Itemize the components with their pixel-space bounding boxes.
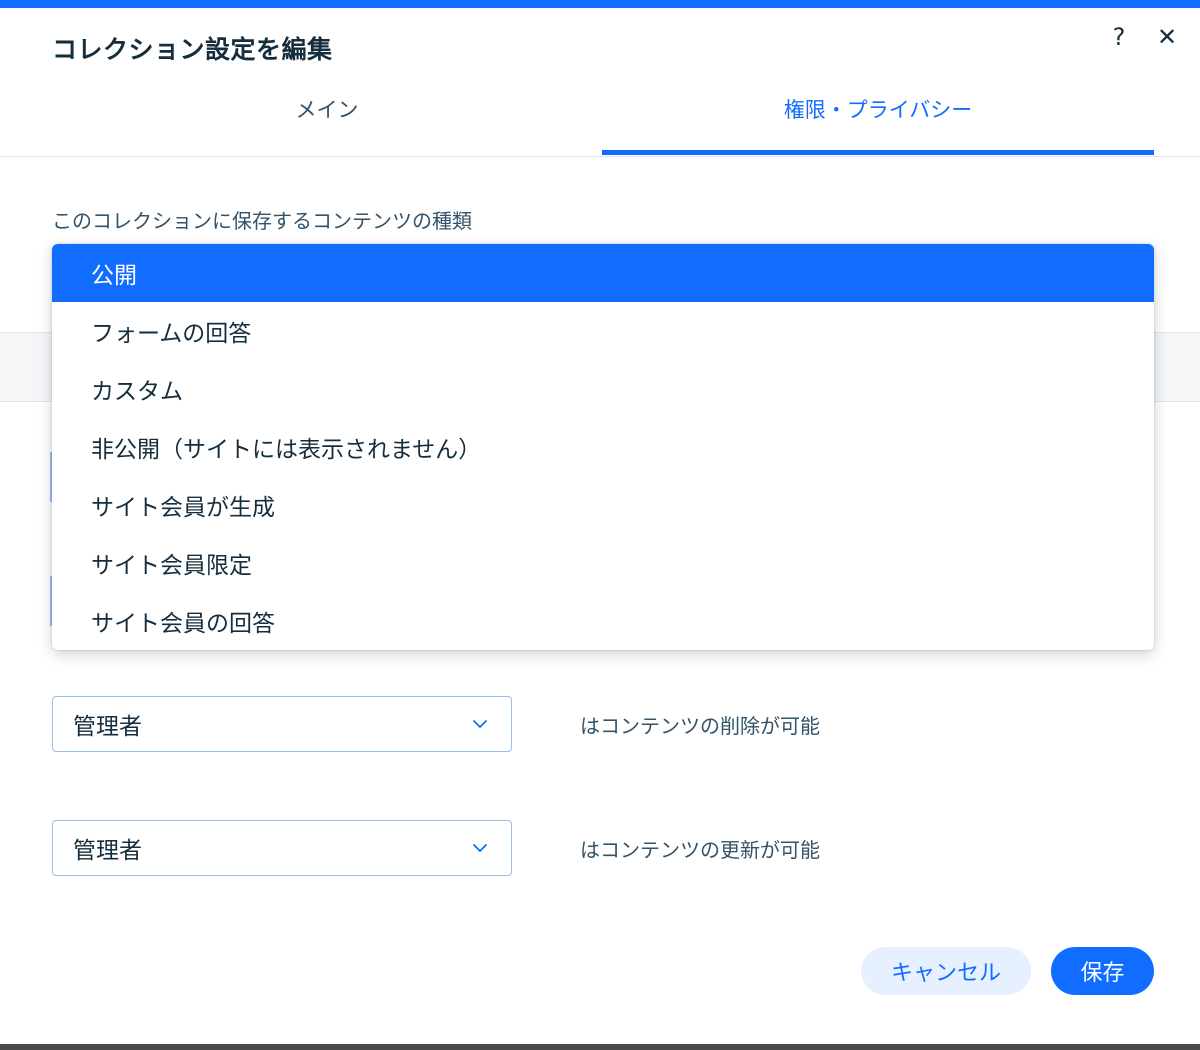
dropdown-option-public[interactable]: 公開 xyxy=(52,244,1154,302)
permission-row-delete: 管理者 はコンテンツの削除が可能 xyxy=(52,696,1152,754)
delete-role-select[interactable]: 管理者 xyxy=(52,696,512,752)
dialog-title: コレクション設定を編集 xyxy=(52,35,333,64)
active-tab-indicator xyxy=(602,150,1154,155)
dropdown-option-private[interactable]: 非公開（サイトには表示されません） xyxy=(52,418,1154,476)
chevron-down-icon xyxy=(473,844,487,852)
update-role-value: 管理者 xyxy=(73,838,142,864)
tab-main[interactable]: メイン xyxy=(52,80,602,156)
window-bottom-edge xyxy=(0,1044,1200,1050)
top-accent-bar xyxy=(0,0,1200,8)
close-icon[interactable]: ✕ xyxy=(1152,22,1182,52)
dropdown-option-member-responses[interactable]: サイト会員の回答 xyxy=(52,592,1154,650)
content-type-label: このコレクションに保存するコンテンツの種類 xyxy=(52,209,472,233)
update-permission-description: はコンテンツの更新が可能 xyxy=(580,837,820,862)
dropdown-option-custom[interactable]: カスタム xyxy=(52,360,1154,418)
dropdown-option-members-only[interactable]: サイト会員限定 xyxy=(52,534,1154,592)
delete-role-value: 管理者 xyxy=(73,714,142,740)
update-role-select[interactable]: 管理者 xyxy=(52,820,512,876)
tab-bar: メイン 権限・プライバシー xyxy=(0,80,1200,157)
delete-permission-description: はコンテンツの削除が可能 xyxy=(580,713,820,738)
dropdown-option-member-generated[interactable]: サイト会員が生成 xyxy=(52,476,1154,534)
permission-row-update: 管理者 はコンテンツの更新が可能 xyxy=(52,820,1152,878)
dropdown-option-form-responses[interactable]: フォームの回答 xyxy=(52,302,1154,360)
content-type-dropdown-list: 公開 フォームの回答 カスタム 非公開（サイトには表示されません） サイト会員が… xyxy=(52,244,1154,650)
save-button[interactable]: 保存 xyxy=(1051,947,1154,995)
cancel-button[interactable]: キャンセル xyxy=(861,947,1031,995)
help-icon[interactable]: ? xyxy=(1104,22,1134,52)
edit-collection-settings-dialog: コレクション設定を編集 ? ✕ メイン 権限・プライバシー このコレクションに保… xyxy=(0,0,1200,1050)
chevron-down-icon xyxy=(473,720,487,728)
tab-permissions-privacy[interactable]: 権限・プライバシー xyxy=(602,80,1154,156)
